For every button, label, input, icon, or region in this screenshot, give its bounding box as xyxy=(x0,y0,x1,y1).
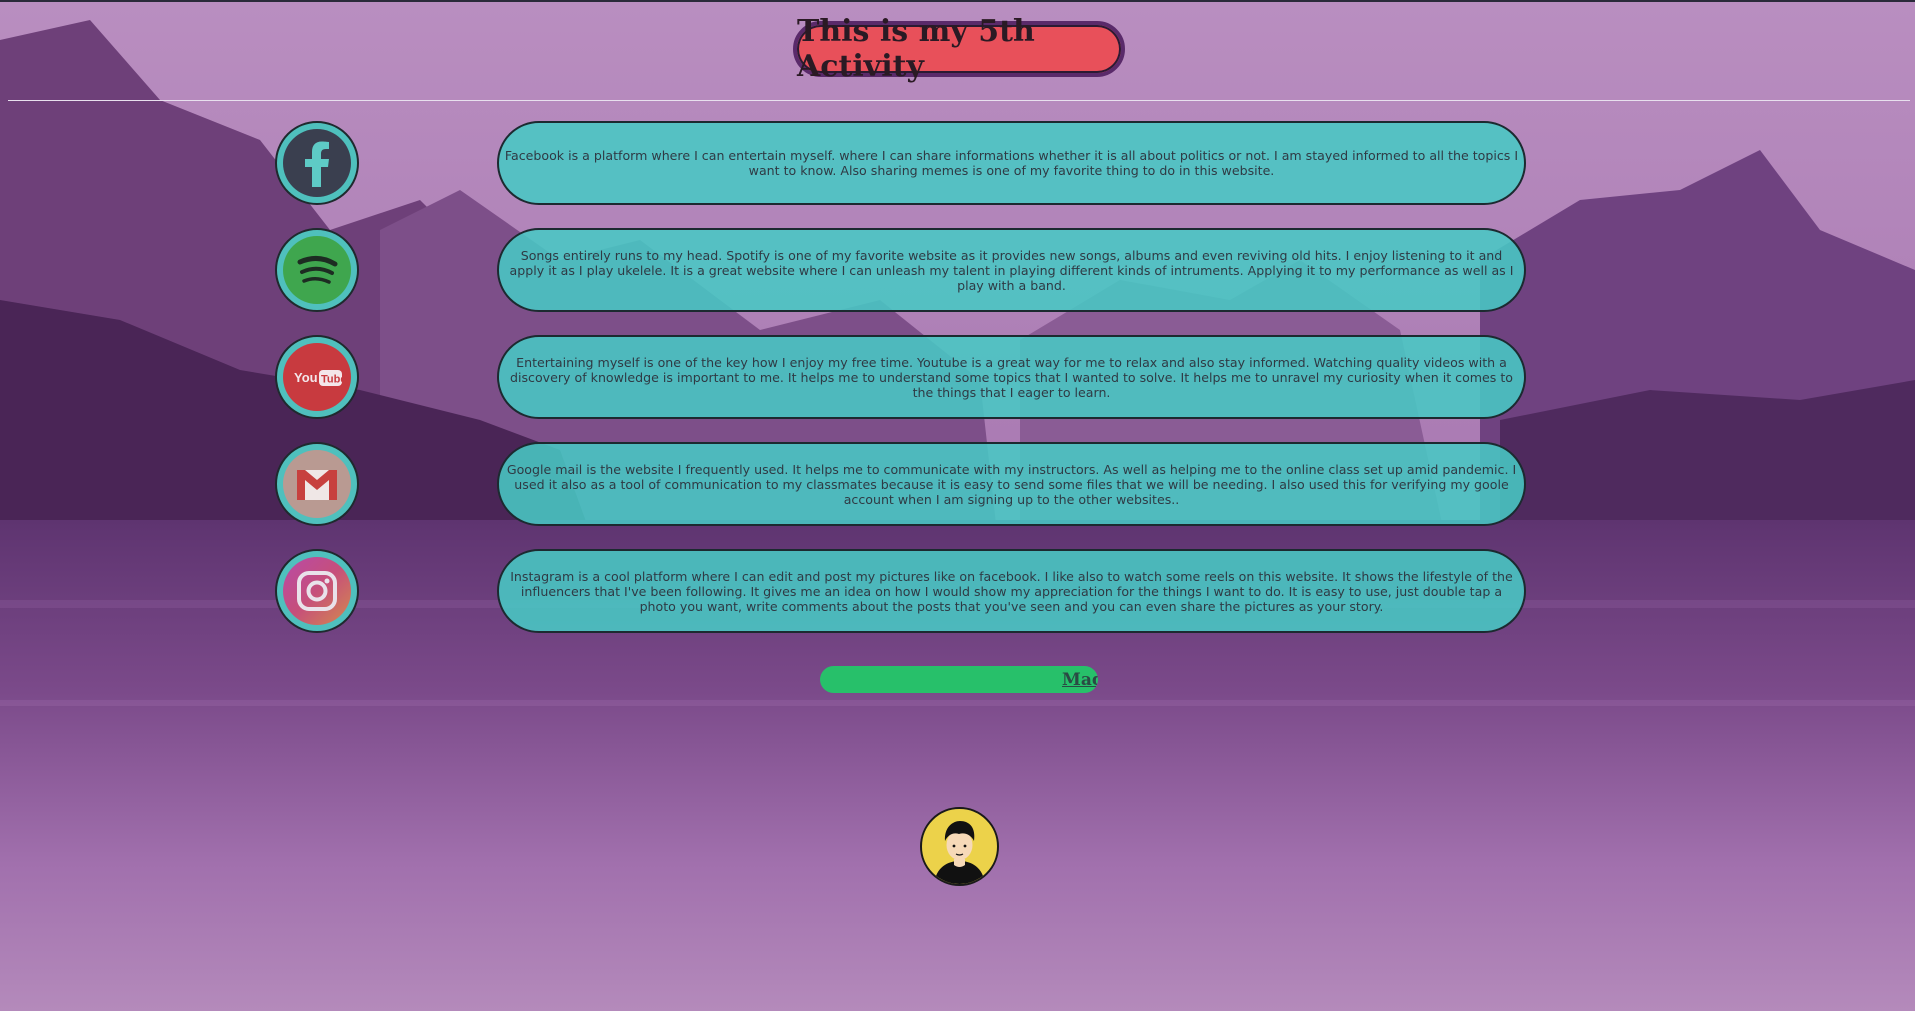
youtube-description: Entertaining myself is one of the key ho… xyxy=(509,354,1514,400)
gmail-icon xyxy=(283,450,351,518)
youtube-icon: You Tube xyxy=(283,343,351,411)
top-border xyxy=(0,0,1915,2)
facebook-link[interactable] xyxy=(275,121,359,205)
youtube-link[interactable]: You Tube xyxy=(275,335,359,419)
marquee-bar: Mad xyxy=(820,666,1098,693)
instagram-link[interactable] xyxy=(275,549,359,633)
instagram-card: Instagram is a cool platform where I can… xyxy=(497,549,1526,633)
youtube-you-text: You xyxy=(294,370,318,385)
divider xyxy=(8,100,1910,101)
youtube-card: Entertaining myself is one of the key ho… xyxy=(497,335,1526,419)
spotify-card: Songs entirely runs to my head. Spotify … xyxy=(497,228,1526,312)
spotify-icon xyxy=(283,236,351,304)
gmail-link[interactable] xyxy=(275,442,359,526)
instagram-icon xyxy=(283,557,351,625)
spotify-description: Songs entirely runs to my head. Spotify … xyxy=(509,247,1514,293)
gmail-description: Google mail is the website I frequently … xyxy=(506,461,1517,507)
instagram-description: Instagram is a cool platform where I can… xyxy=(510,568,1513,614)
avatar-icon xyxy=(934,821,985,884)
svg-text:Tube: Tube xyxy=(321,374,346,386)
marquee-text[interactable]: Mad xyxy=(1062,670,1098,690)
facebook-card: Facebook is a platform where I can enter… xyxy=(497,121,1526,205)
page-title: This is my 5th Activity xyxy=(797,14,1035,84)
facebook-icon xyxy=(283,129,351,197)
gmail-card: Google mail is the website I frequently … xyxy=(497,442,1526,526)
facebook-description: Facebook is a platform where I can enter… xyxy=(504,148,1519,178)
spotify-link[interactable] xyxy=(275,228,359,312)
avatar[interactable] xyxy=(920,807,999,886)
page-title-pill: This is my 5th Activity xyxy=(793,14,1125,84)
